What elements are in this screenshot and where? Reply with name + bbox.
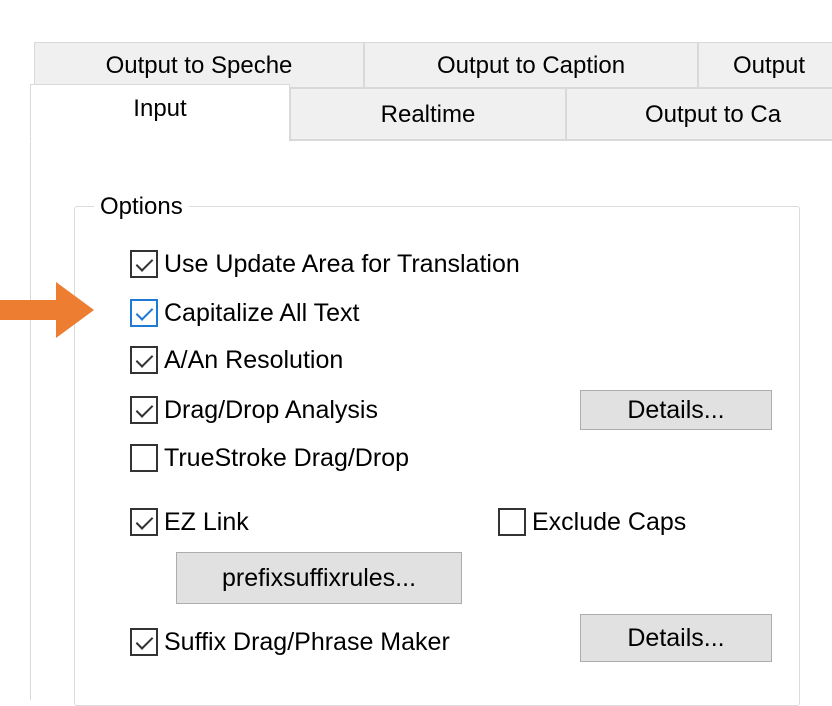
ez-link-checkbox-row[interactable]: EZ Link <box>130 502 249 542</box>
use-update-area-checkbox-row[interactable]: Use Update Area for Translation <box>130 244 520 284</box>
drag-drop-analysis-label: Drag/Drop Analysis <box>164 396 378 424</box>
truestroke-drag-drop-checkbox-row[interactable]: TrueStroke Drag/Drop <box>130 438 409 478</box>
checkmark-icon <box>135 512 154 530</box>
exclude-caps-checkbox-row[interactable]: Exclude Caps <box>498 502 686 542</box>
exclude-caps-label: Exclude Caps <box>532 508 687 536</box>
tab-input[interactable]: Input <box>30 84 290 142</box>
checkmark-icon <box>135 632 154 650</box>
ez-link-checkbox[interactable] <box>130 508 158 536</box>
a-an-resolution-label: A/An Resolution <box>164 346 344 374</box>
tab-realtime[interactable]: Realtime <box>290 88 566 140</box>
arrow-right-icon <box>0 282 94 338</box>
checkmark-icon <box>135 254 154 272</box>
checkmark-icon <box>135 303 154 321</box>
drag-drop-analysis-checkbox[interactable] <box>130 396 158 424</box>
truestroke-drag-drop-checkbox[interactable] <box>130 444 158 472</box>
exclude-caps-checkbox[interactable] <box>498 508 526 536</box>
checkmark-icon <box>135 400 154 418</box>
use-update-area-label: Use Update Area for Translation <box>164 250 520 278</box>
tab-output[interactable]: Output <box>698 42 832 88</box>
options-legend: Options <box>94 190 189 224</box>
options-dialog: Output to Speche Output to Caption Outpu… <box>0 0 832 706</box>
checkmark-icon <box>135 350 154 368</box>
tab-output-to-ca[interactable]: Output to Ca <box>566 88 832 140</box>
suffix-drag-phrase-maker-checkbox[interactable] <box>130 628 158 656</box>
a-an-resolution-checkbox[interactable] <box>130 346 158 374</box>
tab-output-to-caption[interactable]: Output to Caption <box>364 42 698 88</box>
prefix-suffix-rules-button[interactable]: prefixsuffixrules... <box>176 552 462 604</box>
suffix-drag-phrase-maker-checkbox-row[interactable]: Suffix Drag/Phrase Maker <box>130 622 450 662</box>
suffix-drag-phrase-maker-label: Suffix Drag/Phrase Maker <box>164 628 450 656</box>
capitalize-all-text-checkbox-row[interactable]: Capitalize All Text <box>130 293 359 333</box>
use-update-area-checkbox[interactable] <box>130 250 158 278</box>
suffix-drag-details-button[interactable]: Details... <box>580 614 772 662</box>
drag-drop-analysis-checkbox-row[interactable]: Drag/Drop Analysis <box>130 390 378 430</box>
truestroke-drag-drop-label: TrueStroke Drag/Drop <box>164 444 409 472</box>
capitalize-all-text-label: Capitalize All Text <box>164 299 360 327</box>
drag-drop-details-button[interactable]: Details... <box>580 390 772 430</box>
tab-output-to-speche[interactable]: Output to Speche <box>34 42 364 88</box>
ez-link-label: EZ Link <box>164 508 249 536</box>
capitalize-all-text-checkbox[interactable] <box>130 299 158 327</box>
a-an-resolution-checkbox-row[interactable]: A/An Resolution <box>130 340 343 380</box>
